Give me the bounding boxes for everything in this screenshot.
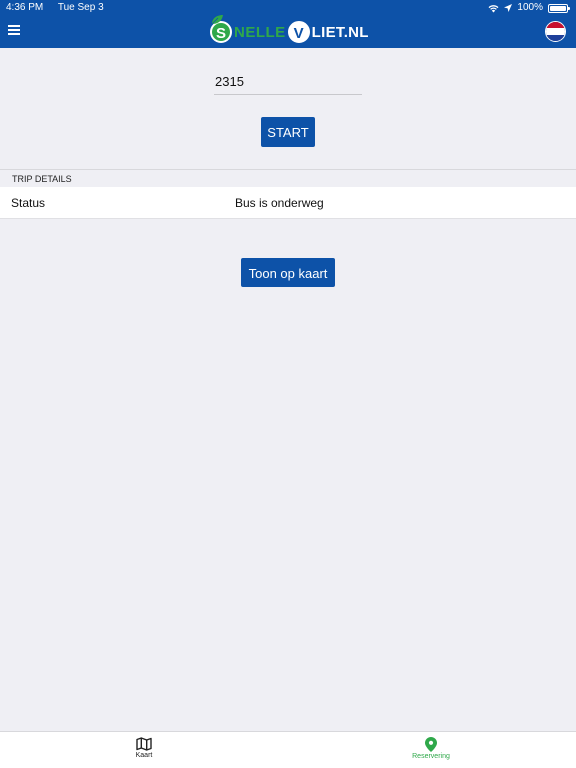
map-icon — [136, 737, 152, 751]
snellevliet-logo: S NELLE V LIET.NL — [210, 15, 370, 48]
logo-nelle: NELLE — [234, 23, 286, 41]
start-button[interactable]: START — [261, 117, 315, 147]
language-flag-nl-icon[interactable] — [545, 21, 566, 42]
leaf-icon — [211, 15, 223, 25]
location-pin-icon — [425, 737, 437, 752]
wifi-icon — [488, 4, 499, 12]
trip-details-header: TRIP DETAILS — [0, 169, 576, 187]
status-time: 4:36 PM — [6, 2, 44, 13]
battery-icon — [548, 3, 570, 13]
trip-details-title: TRIP DETAILS — [12, 174, 72, 184]
hamburger-menu-icon[interactable] — [8, 25, 20, 35]
show-on-map-button[interactable]: Toon op kaart — [241, 258, 335, 287]
status-row: Status Bus is onderweg — [0, 187, 576, 219]
status-bar: 4:36 PM Tue Sep 3 100% — [0, 0, 576, 16]
battery-percent: 100% — [517, 2, 543, 13]
tab-reservering-label: Reservering — [412, 753, 450, 760]
logo-v-circle: V — [287, 21, 310, 43]
tab-kaart-label: Kaart — [135, 752, 153, 759]
trip-code-field[interactable] — [214, 70, 363, 95]
location-arrow-icon — [504, 4, 513, 12]
tab-kaart[interactable]: Kaart — [84, 732, 204, 768]
trip-code-input[interactable] — [214, 70, 363, 89]
tab-reservering[interactable]: Reservering — [371, 732, 491, 768]
status-label: Status — [11, 196, 46, 210]
tab-bar: Kaart Reservering — [0, 731, 576, 768]
status-value: Bus is onderweg — [235, 196, 324, 210]
logo-liet: LIET.NL — [311, 23, 369, 41]
status-date: Tue Sep 3 — [57, 2, 104, 13]
app-header: 4:36 PM Tue Sep 3 100% S NELLE V LIET.NL — [0, 0, 576, 48]
